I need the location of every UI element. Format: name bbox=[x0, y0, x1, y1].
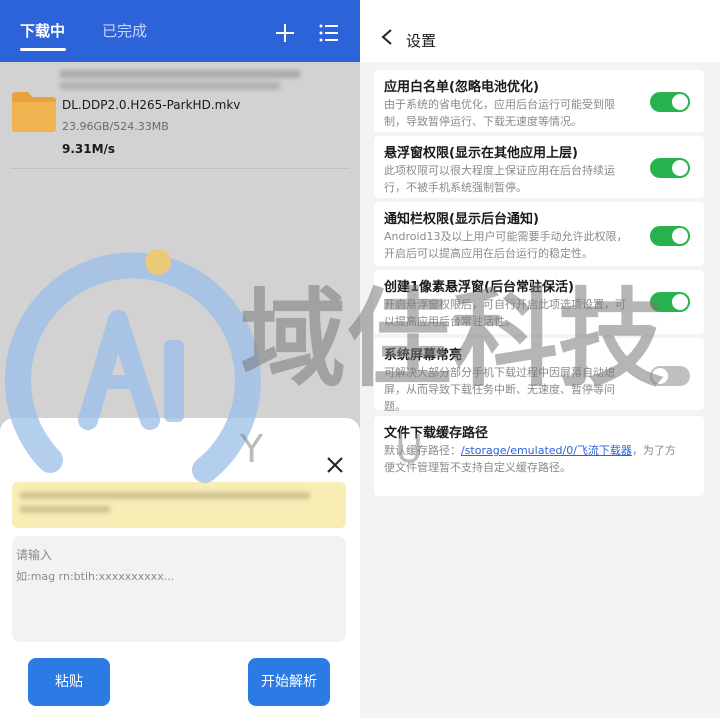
setting-1px-overlay[interactable]: 创建1像素悬浮窗(后台常驻保活) 开启悬浮窗权限后，可自行开启此项选项设置，可以… bbox=[374, 270, 704, 334]
toggle-knob bbox=[672, 294, 688, 310]
setting-overlay-permission[interactable]: 悬浮窗权限(显示在其他应用上层) 此项权限可以很大程度上保证应用在后台持续运行，… bbox=[374, 136, 704, 198]
active-tab-indicator bbox=[20, 48, 66, 51]
notification-permission-toggle[interactable] bbox=[650, 226, 690, 246]
page-title: 设置 bbox=[406, 32, 437, 50]
row-divider bbox=[10, 168, 350, 169]
paste-button[interactable]: 粘贴 bbox=[28, 658, 110, 706]
setting-keep-screen-on[interactable]: 系统屏幕常亮 可解决大部分部分手机下载过程中因屏幕自动熄屏，从而导致下载任务中断… bbox=[374, 338, 704, 413]
path-prefix: 默认缓存路径： bbox=[384, 444, 461, 457]
setting-title: 应用白名单(忽略电池优化) bbox=[384, 80, 539, 95]
top-app-bar: 下载中 已完成 bbox=[0, 0, 360, 62]
cache-path-link[interactable]: /storage/emulated/0/飞流下载器 bbox=[461, 444, 632, 457]
setting-desc: 此项权限可以很大程度上保证应用在后台持续运行，不被手机系统强制暂停。 bbox=[384, 164, 615, 194]
blurred-title bbox=[60, 70, 310, 96]
magnet-input[interactable]: 请输入 如:mag rn:btih:xxxxxxxxxx... bbox=[12, 536, 346, 642]
setting-title: 创建1像素悬浮窗(后台常驻保活) bbox=[384, 280, 574, 295]
file-name: DL.DDP2.0.H265-ParkHD.mkv bbox=[62, 98, 241, 112]
setting-desc: 由于系统的省电优化，应用后台运行可能受到限制，导致暂停运行、下载无速度等情况。 bbox=[384, 98, 615, 128]
setting-desc: 开启悬浮窗权限后，可自行开启此项选项设置，可以提高应用后台常驻活性。 bbox=[384, 298, 626, 328]
toggle-knob bbox=[652, 368, 668, 384]
input-placeholder-line1: 请输入 bbox=[16, 548, 53, 562]
folder-icon bbox=[12, 92, 56, 132]
setting-title: 系统屏幕常亮 bbox=[384, 348, 463, 363]
toggle-knob bbox=[672, 228, 688, 244]
download-item[interactable]: DL.DDP2.0.H265-ParkHD.mkv 23.96GB/524.33… bbox=[0, 62, 360, 169]
start-parse-button[interactable]: 开始解析 bbox=[248, 658, 330, 706]
settings-header: 设置 bbox=[360, 0, 720, 62]
add-task-sheet: 请输入 如:mag rn:btih:xxxxxxxxxx... 粘贴 开始解析 bbox=[0, 418, 360, 718]
blurred-notice-text bbox=[20, 492, 320, 518]
setting-desc: Android13及以上用户可能需要手动允许此权限，开启后可以提高应用在后台运行… bbox=[384, 230, 628, 260]
overlay-permission-toggle[interactable] bbox=[650, 158, 690, 178]
screenshot-root: 下载中 已完成 DL.DDP2.0.H265-ParkHD.mkv 23.96G bbox=[0, 0, 720, 718]
keep-screen-on-toggle[interactable] bbox=[650, 366, 690, 386]
add-icon[interactable] bbox=[274, 22, 296, 44]
setting-title: 悬浮窗权限(显示在其他应用上层) bbox=[384, 146, 578, 161]
close-icon[interactable] bbox=[324, 454, 346, 476]
setting-desc: 默认缓存路径：/storage/emulated/0/飞流下载器，为了方便文件管… bbox=[384, 442, 684, 476]
download-speed: 9.31M/s bbox=[62, 142, 116, 156]
setting-notification-permission[interactable]: 通知栏权限(显示后台通知) Android13及以上用户可能需要手动允许此权限，… bbox=[374, 202, 704, 266]
tab-downloading[interactable]: 下载中 bbox=[20, 20, 65, 41]
notice-banner bbox=[12, 482, 346, 528]
menu-list-icon[interactable] bbox=[318, 22, 340, 44]
back-arrow-icon[interactable] bbox=[380, 28, 394, 46]
input-placeholder-line2: 如:mag rn:btih:xxxxxxxxxx... bbox=[16, 570, 175, 583]
setting-title: 通知栏权限(显示后台通知) bbox=[384, 212, 539, 227]
toggle-knob bbox=[672, 160, 688, 176]
setting-battery-whitelist[interactable]: 应用白名单(忽略电池优化) 由于系统的省电优化，应用后台运行可能受到限制，导致暂… bbox=[374, 70, 704, 132]
download-screen: 下载中 已完成 DL.DDP2.0.H265-ParkHD.mkv 23.96G bbox=[0, 0, 360, 718]
setting-desc: 可解决大部分部分手机下载过程中因屏幕自动熄屏，从而导致下载任务中断、无速度、暂停… bbox=[384, 366, 615, 413]
settings-screen: 设置 应用白名单(忽略电池优化) 由于系统的省电优化，应用后台运行可能受到限制，… bbox=[360, 0, 720, 718]
1px-overlay-toggle[interactable] bbox=[650, 292, 690, 312]
setting-cache-path: 文件下载缓存路径 默认缓存路径：/storage/emulated/0/飞流下载… bbox=[374, 416, 704, 496]
file-size: 23.96GB/524.33MB bbox=[62, 120, 169, 133]
setting-title: 文件下载缓存路径 bbox=[384, 426, 489, 441]
toggle-knob bbox=[672, 94, 688, 110]
tab-completed[interactable]: 已完成 bbox=[102, 20, 147, 41]
battery-whitelist-toggle[interactable] bbox=[650, 92, 690, 112]
